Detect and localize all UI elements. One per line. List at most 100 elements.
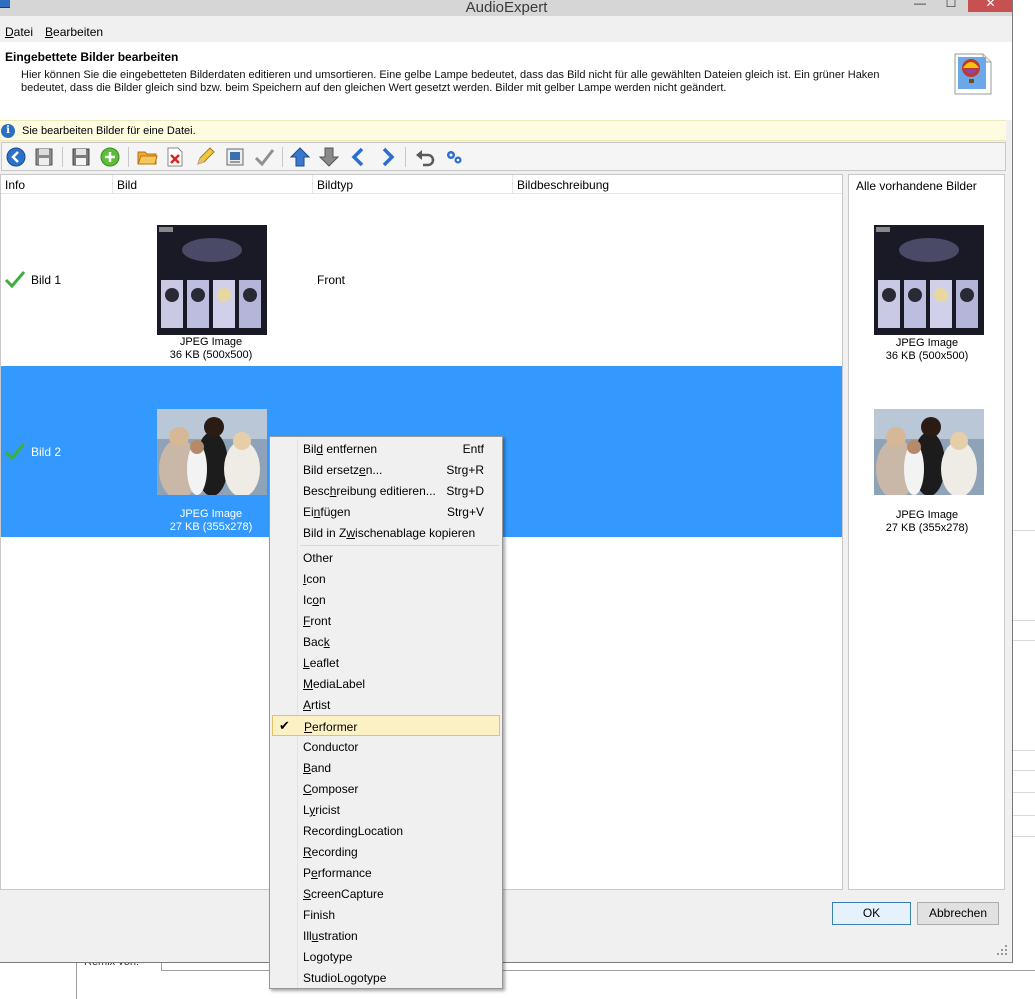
toolbar-separator <box>128 147 129 167</box>
background-divider <box>1013 750 1035 751</box>
cover-image-preview[interactable] <box>874 225 984 335</box>
menu-type-14[interactable]: Recording <box>272 841 500 862</box>
menu-text: Conductor <box>303 740 359 754</box>
menu-bearbeiten[interactable]: Bearbeiten <box>45 25 103 39</box>
menu-type-13[interactable]: RecordingLocation <box>272 820 500 841</box>
menu-accelerator: e <box>359 463 366 477</box>
menu-type-7[interactable]: Artist <box>272 694 500 715</box>
delete-icon[interactable] <box>164 146 186 168</box>
menu-type-16[interactable]: ScreenCapture <box>272 883 500 904</box>
menu-type-12[interactable]: Lyricist <box>272 799 500 820</box>
menu-type-9[interactable]: Conductor <box>272 736 500 757</box>
menu-accelerator: B <box>303 761 312 775</box>
menu-action-3[interactable]: Einfügen Strg+V <box>272 501 500 522</box>
menu-type-19[interactable]: Logotype <box>272 946 500 967</box>
cover-image-thumbnail[interactable] <box>157 225 267 335</box>
settings-icon[interactable] <box>443 146 465 168</box>
menu-text: P <box>303 866 312 880</box>
menu-type-11[interactable]: Composer <box>272 778 500 799</box>
resize-grip-icon[interactable] <box>996 944 1008 956</box>
column-divider[interactable] <box>112 175 113 193</box>
undo-icon[interactable] <box>414 146 436 168</box>
column-header-bild[interactable]: Bild <box>117 178 137 192</box>
performer-image-preview[interactable] <box>874 409 984 495</box>
ok-button[interactable]: OK <box>832 902 911 925</box>
add-icon[interactable] <box>99 146 121 168</box>
menu-type-label: Finish <box>303 908 335 922</box>
performer-image-thumbnail[interactable] <box>157 409 267 495</box>
menu-shortcut: Strg+R <box>446 463 484 477</box>
menu-type-3[interactable]: Front <box>272 610 500 631</box>
menu-label: earbeiten <box>53 25 104 39</box>
menu-text: Other <box>303 551 334 565</box>
checkmark-icon: ✔ <box>279 718 290 733</box>
menu-action-2[interactable]: Beschreibung editieren... Strg+D <box>272 480 500 501</box>
save-all-icon[interactable] <box>33 146 55 168</box>
menu-type-5[interactable]: Leaflet <box>272 652 500 673</box>
menu-action-label: Bild in Zwischenablage kopieren <box>303 526 475 540</box>
menu-text: Bild ersetz <box>303 463 360 477</box>
column-divider[interactable] <box>512 175 513 193</box>
menu-text: fügen <box>320 505 351 519</box>
green-check-icon <box>4 271 26 289</box>
close-button[interactable]: ✕ <box>968 0 1012 12</box>
menu-action-label: Bild ersetzen... <box>303 463 382 477</box>
menu-text: Ill <box>303 929 312 943</box>
move-down-icon[interactable] <box>376 146 398 168</box>
image-type[interactable]: Front <box>317 273 345 287</box>
info-icon: i <box>1 124 15 138</box>
menu-action-4[interactable]: Bild in Zwischenablage kopieren <box>272 522 500 543</box>
menu-type-0[interactable]: Other <box>272 547 500 568</box>
column-header-bildtyp[interactable]: Bildtyp <box>317 178 353 192</box>
screenshot-icon[interactable] <box>224 146 246 168</box>
menu-type-8[interactable]: ✔ Performer <box>272 715 500 736</box>
menu-type-18[interactable]: Illustration <box>272 925 500 946</box>
menu-type-6[interactable]: MediaLabel <box>272 673 500 694</box>
dialog-header: Eingebettete Bilder bearbeiten Hier könn… <box>0 42 1012 120</box>
table-row[interactable]: Bild 1 JPEG Image 36 KB (500x500) Front <box>1 195 842 366</box>
header-title: Eingebettete Bilder bearbeiten <box>5 50 179 64</box>
minimize-button[interactable]: — <box>905 0 935 12</box>
menu-type-17[interactable]: Finish <box>272 904 500 925</box>
background-divider <box>1013 530 1035 531</box>
menu-shortcut: Strg+D <box>446 484 484 498</box>
menu-type-10[interactable]: Band <box>272 757 500 778</box>
menu-type-label: Performance <box>303 866 372 880</box>
menu-datei[interactable]: Datei <box>5 25 33 39</box>
move-top-icon[interactable] <box>289 146 311 168</box>
menu-type-4[interactable]: Back <box>272 631 500 652</box>
menu-action-0[interactable]: Bild entfernen Entf <box>272 438 500 459</box>
menu-accelerator: e <box>311 866 318 880</box>
move-bottom-icon[interactable] <box>318 146 340 168</box>
column-header-info[interactable]: Info <box>5 178 25 192</box>
apply-check-icon[interactable] <box>253 146 275 168</box>
open-folder-icon[interactable] <box>136 146 158 168</box>
menu-text: ront <box>310 614 332 628</box>
background-divider <box>1013 815 1035 816</box>
thumbnail-format: JPEG Image <box>179 336 243 348</box>
menu-type-15[interactable]: Performance <box>272 862 500 883</box>
move-up-icon[interactable] <box>348 146 370 168</box>
menu-text: Lo <box>303 950 317 964</box>
menu-type-2[interactable]: Icon <box>272 589 500 610</box>
edit-icon[interactable] <box>194 146 216 168</box>
background-app-bottom <box>0 962 1035 999</box>
menu-type-label: Lyricist <box>303 803 340 817</box>
maximize-button[interactable]: ☐ <box>936 0 966 12</box>
menu-action-1[interactable]: Bild ersetzen... Strg+R <box>272 459 500 480</box>
title-bar[interactable]: AudioExpert — ☐ ✕ <box>0 0 1012 16</box>
menu-text: reibung editieren... <box>336 484 436 498</box>
menu-text: entfernen <box>323 442 378 456</box>
menu-type-label: Band <box>303 761 331 775</box>
menu-type-1[interactable]: Icon <box>272 568 500 589</box>
column-header-bildbeschreibung[interactable]: Bildbeschreibung <box>517 178 609 192</box>
menu-text: Bild in Z <box>303 526 347 540</box>
menu-text: Bil <box>303 442 317 456</box>
back-icon[interactable] <box>5 146 27 168</box>
save-icon[interactable] <box>70 146 92 168</box>
cancel-button[interactable]: Abbrechen <box>917 902 999 925</box>
column-divider[interactable] <box>312 175 313 193</box>
audioexpert-window: AudioExpert — ☐ ✕ Datei Bearbeiten Einge… <box>0 0 1013 963</box>
menu-type-20[interactable]: StudioLogotype <box>272 967 500 988</box>
menu-type-label: Conductor <box>303 740 358 754</box>
